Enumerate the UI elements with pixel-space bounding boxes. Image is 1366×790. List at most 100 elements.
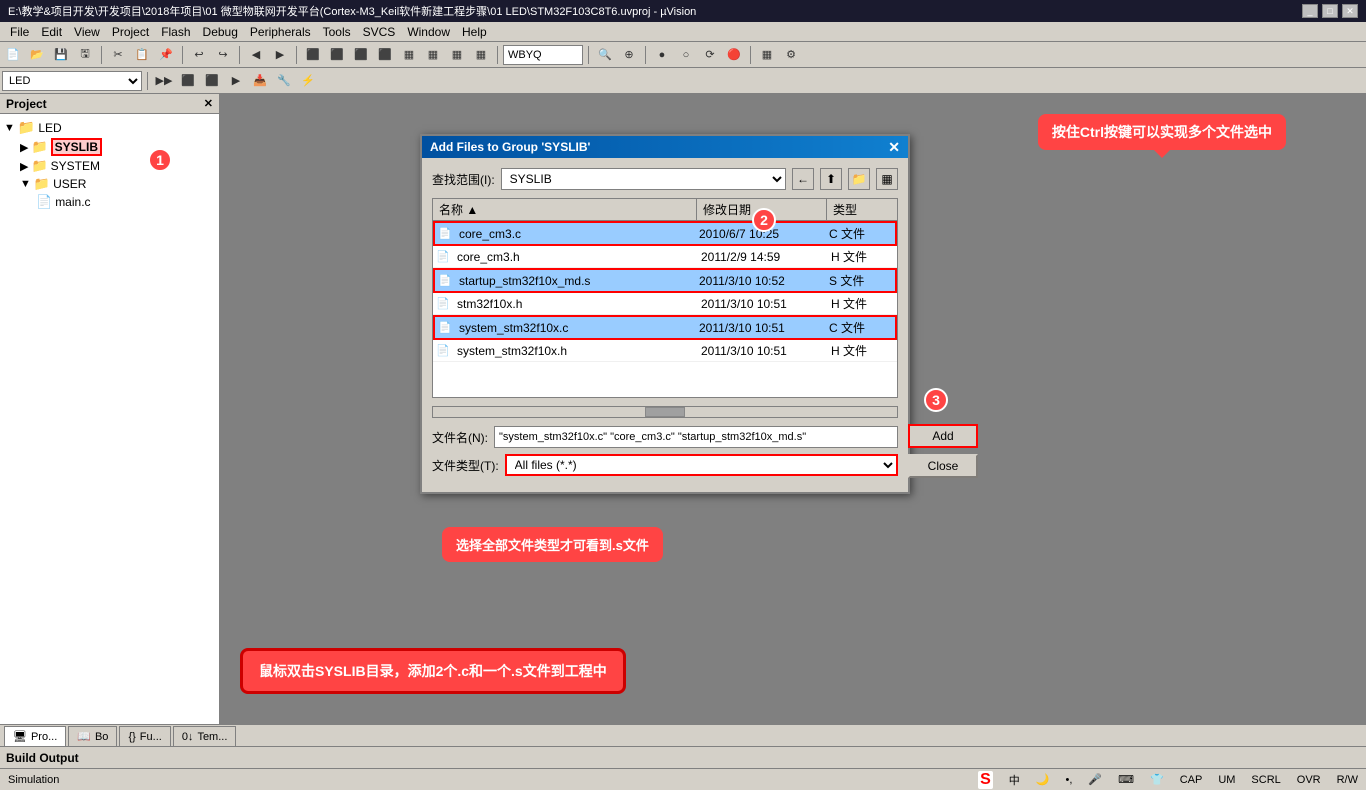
tab-templates[interactable]: 0↓ Tem... xyxy=(173,726,237,746)
redo-button[interactable]: ↪ xyxy=(212,44,234,66)
menu-debug[interactable]: Debug xyxy=(197,23,244,41)
tb-btn-12[interactable]: ○ xyxy=(675,44,697,66)
tab-functions-label: Fu... xyxy=(140,731,162,743)
tb-btn-2[interactable]: ⬛ xyxy=(326,44,348,66)
save-all-button[interactable]: 🖫 xyxy=(74,44,96,66)
close-button[interactable]: ✕ xyxy=(1342,4,1358,18)
paste-button[interactable]: 📌 xyxy=(155,44,177,66)
status-dot: •, xyxy=(1065,774,1072,786)
tb-btn-15[interactable]: ▦ xyxy=(756,44,778,66)
open-button[interactable]: 📂 xyxy=(26,44,48,66)
filename-input[interactable] xyxy=(494,426,898,448)
menu-file[interactable]: File xyxy=(4,23,35,41)
file-name-startup: startup_stm32f10x_md.s xyxy=(455,274,695,288)
dialog-title-text: Add Files to Group 'SYSLIB' xyxy=(430,140,590,154)
tree-node-led[interactable]: ▼ 📁 LED xyxy=(4,118,215,137)
close-dialog-button[interactable]: Close xyxy=(908,454,978,478)
status-simulation: Simulation xyxy=(8,774,59,786)
menu-flash[interactable]: Flash xyxy=(155,23,196,41)
tb-btn-1[interactable]: ⬛ xyxy=(302,44,324,66)
dialog-title-bar: Add Files to Group 'SYSLIB' ✕ xyxy=(422,136,908,158)
tab-functions[interactable]: {} Fu... xyxy=(119,726,170,746)
tree-node-syslib[interactable]: ▶ 📁 SYSLIB xyxy=(4,137,215,157)
file-row-system-c[interactable]: 📄 system_stm32f10x.c 2011/3/10 10:51 C 文… xyxy=(433,315,897,340)
file-row-stm32f10x-h[interactable]: 📄 stm32f10x.h 2011/3/10 10:51 H 文件 xyxy=(433,293,897,315)
maximize-button[interactable]: □ xyxy=(1322,4,1338,18)
file-row-startup[interactable]: 📄 startup_stm32f10x_md.s 2011/3/10 10:52… xyxy=(433,268,897,293)
forward-button[interactable]: ▶ xyxy=(269,44,291,66)
tb-btn-13[interactable]: ⟳ xyxy=(699,44,721,66)
header-name: 名称 ▲ xyxy=(433,199,697,220)
tb2-btn-6[interactable]: 🔧 xyxy=(273,70,295,92)
nav-newfolder-button[interactable]: 📁 xyxy=(848,168,870,190)
mainc-file-icon: 📄 xyxy=(36,194,52,210)
copy-button[interactable]: 📋 xyxy=(131,44,153,66)
new-button[interactable]: 📄 xyxy=(2,44,24,66)
back-button[interactable]: ◀ xyxy=(245,44,267,66)
scroll-thumb[interactable] xyxy=(645,407,685,417)
undo-button[interactable]: ↩ xyxy=(188,44,210,66)
tb-btn-14[interactable]: 🔴 xyxy=(723,44,745,66)
search-input[interactable] xyxy=(503,45,583,65)
tb2-btn-7[interactable]: ⚡ xyxy=(297,70,319,92)
menu-help[interactable]: Help xyxy=(456,23,493,41)
menu-view[interactable]: View xyxy=(68,23,106,41)
menu-window[interactable]: Window xyxy=(401,23,456,41)
tb-btn-16[interactable]: ⚙ xyxy=(780,44,802,66)
bottom-tabs: 🖥 Pro... 📖 Bo {} Fu... 0↓ Tem... xyxy=(0,725,1366,746)
tb-btn-4[interactable]: ⬛ xyxy=(374,44,396,66)
tree-node-mainc[interactable]: 📄 main.c xyxy=(4,193,215,211)
menu-peripherals[interactable]: Peripherals xyxy=(244,23,317,41)
tb-btn-11[interactable]: ● xyxy=(651,44,673,66)
file-row-core-cm3-c[interactable]: 📄 core_cm3.c 2010/6/7 10:25 C 文件 xyxy=(433,221,897,246)
menu-tools[interactable]: Tools xyxy=(317,23,357,41)
tree-node-system[interactable]: ▶ 📁 SYSTEM xyxy=(4,157,215,175)
file-type-stm32f10x-h: H 文件 xyxy=(827,295,897,312)
file-list: 名称 ▲ 修改日期 类型 📄 core_cm3.c 2010/6/7 10:25… xyxy=(432,198,898,398)
look-in-combo[interactable]: SYSLIB xyxy=(501,168,786,190)
tab-templates-label: Tem... xyxy=(197,731,227,743)
tb2-btn-5[interactable]: 📥 xyxy=(249,70,271,92)
nav-up-button[interactable]: ⬆ xyxy=(820,168,842,190)
dialog-close-button[interactable]: ✕ xyxy=(888,139,900,156)
tab-project[interactable]: 🖥 Pro... xyxy=(4,726,66,746)
tree-node-user[interactable]: ▼ 📁 USER xyxy=(4,175,215,193)
books-tab-icon: 📖 xyxy=(77,730,91,743)
target-select[interactable]: LED xyxy=(2,71,142,91)
file-icon-stm32f10x-h: 📄 xyxy=(433,297,453,310)
tb-btn-10[interactable]: ⊕ xyxy=(618,44,640,66)
tb2-btn-1[interactable]: ▶▶ xyxy=(153,70,175,92)
tb2-btn-3[interactable]: ⬛ xyxy=(201,70,223,92)
tab-books-label: Bo xyxy=(95,731,108,743)
tree-label-user: USER xyxy=(53,177,86,191)
menu-project[interactable]: Project xyxy=(106,23,155,41)
nav-back-button[interactable]: ← xyxy=(792,168,814,190)
menu-edit[interactable]: Edit xyxy=(35,23,68,41)
cut-button[interactable]: ✂ xyxy=(107,44,129,66)
tb-btn-3[interactable]: ⬛ xyxy=(350,44,372,66)
file-row-core-cm3-h[interactable]: 📄 core_cm3.h 2011/2/9 14:59 H 文件 xyxy=(433,246,897,268)
horizontal-scrollbar[interactable] xyxy=(432,406,898,418)
tab-books[interactable]: 📖 Bo xyxy=(68,726,117,746)
tb-btn-7[interactable]: ▦ xyxy=(446,44,468,66)
sep2 xyxy=(182,46,183,64)
tree-label-system: SYSTEM xyxy=(51,159,100,173)
filetype-combo[interactable]: All files (*.*) xyxy=(505,454,898,476)
tb-btn-8[interactable]: ▦ xyxy=(470,44,492,66)
panel-close-button[interactable]: ✕ xyxy=(204,97,213,110)
menu-svcs[interactable]: SVCS xyxy=(357,23,402,41)
file-list-header: 名称 ▲ 修改日期 类型 xyxy=(433,199,897,221)
tb2-btn-4[interactable]: ▶ xyxy=(225,70,247,92)
add-button[interactable]: Add xyxy=(908,424,978,448)
tb-btn-5[interactable]: ▦ xyxy=(398,44,420,66)
sep6 xyxy=(588,46,589,64)
sep1 xyxy=(101,46,102,64)
tb-btn-9[interactable]: 🔍 xyxy=(594,44,616,66)
nav-view-button[interactable]: ▦ xyxy=(876,168,898,190)
save-button[interactable]: 💾 xyxy=(50,44,72,66)
status-bar: Simulation S 中 🌙 •, 🎤 ⌨ 👕 CAP UM SCRL OV… xyxy=(0,768,1366,790)
minimize-button[interactable]: _ xyxy=(1302,4,1318,18)
file-row-system-h[interactable]: 📄 system_stm32f10x.h 2011/3/10 10:51 H 文… xyxy=(433,340,897,362)
tb-btn-6[interactable]: ▦ xyxy=(422,44,444,66)
tb2-btn-2[interactable]: ⬛ xyxy=(177,70,199,92)
